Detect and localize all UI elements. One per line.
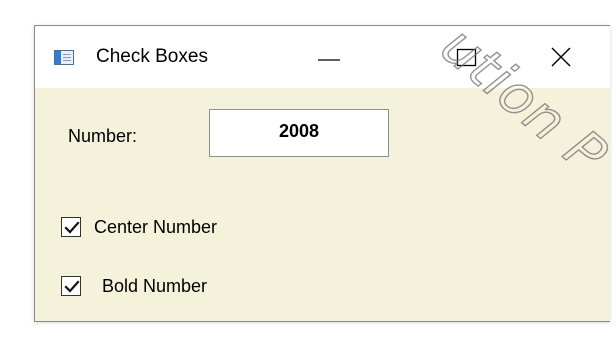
minimize-icon <box>318 59 340 61</box>
close-icon <box>551 47 571 67</box>
maximize-icon <box>456 48 477 67</box>
screenshot-stage: Check Boxes Number: 2008 Center Number B… <box>0 0 616 343</box>
center-number-label: Center Number <box>94 217 218 237</box>
title-bar[interactable]: Check Boxes <box>35 26 610 88</box>
window-title: Check Boxes <box>96 46 208 67</box>
close-button[interactable] <box>543 40 583 74</box>
check-boxes-window: Check Boxes Number: 2008 Center Number B… <box>34 25 610 322</box>
bold-number-label: Bold Number <box>102 276 208 296</box>
checkmark-icon <box>64 280 80 293</box>
minimize-button[interactable] <box>310 40 350 74</box>
bold-number-checkbox[interactable] <box>61 276 81 296</box>
center-number-checkbox[interactable] <box>61 217 81 237</box>
number-label: Number: <box>68 126 138 146</box>
app-window-icon[interactable] <box>54 50 74 65</box>
maximize-button[interactable] <box>447 40 487 74</box>
checkmark-icon <box>64 221 80 234</box>
number-display: 2008 <box>209 109 389 157</box>
